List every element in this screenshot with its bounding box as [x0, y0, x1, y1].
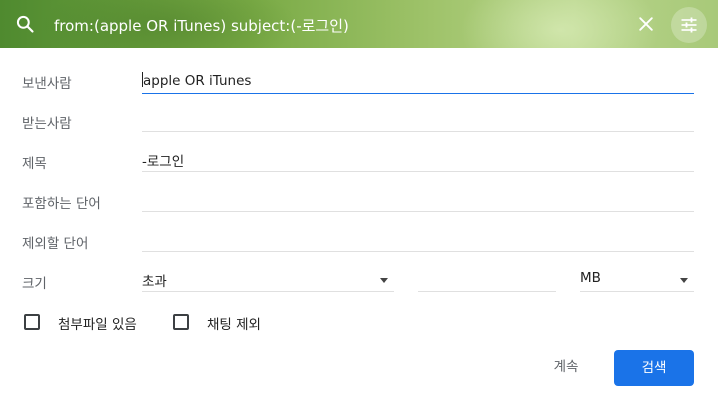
exclude-chats-label: 채팅 제외 [207, 317, 261, 333]
to-field[interactable] [142, 108, 694, 132]
search-button[interactable]: 검색 [614, 350, 694, 386]
from-field[interactable]: apple OR iTunes [142, 70, 694, 94]
doesnt-have-field[interactable] [142, 228, 694, 252]
subject-label: 제목 [22, 156, 47, 172]
exclude-chats-checkbox[interactable] [173, 314, 189, 330]
size-unit-value: MB [580, 270, 601, 286]
has-words-label: 포함하는 단어 [22, 196, 101, 212]
doesnt-have-label: 제외할 단어 [22, 236, 89, 252]
has-attachment-checkbox[interactable] [24, 314, 40, 330]
subject-field[interactable]: -로그인 [142, 148, 694, 172]
search-query-input[interactable]: from:(apple OR iTunes) subject:(-로그인) [54, 15, 349, 36]
size-amount-field[interactable] [418, 268, 556, 292]
search-options-button[interactable] [671, 7, 707, 43]
size-label: 크기 [22, 276, 47, 292]
size-comparator-select[interactable]: 초과 [142, 268, 394, 292]
size-unit-select[interactable]: MB [580, 268, 694, 292]
close-icon[interactable] [636, 14, 656, 34]
background-highlight [460, 0, 660, 48]
continue-button[interactable]: 계속 [538, 352, 594, 382]
dropdown-arrow-icon [380, 278, 388, 283]
tune-icon [681, 17, 697, 33]
search-bar: from:(apple OR iTunes) subject:(-로그인) [0, 0, 718, 48]
to-label: 받는사람 [22, 116, 72, 132]
has-words-field[interactable] [142, 188, 694, 212]
from-value: apple OR iTunes [143, 73, 252, 89]
search-icon[interactable] [15, 14, 35, 34]
has-attachment-label: 첨부파일 있음 [58, 317, 137, 333]
from-label: 보낸사람 [22, 76, 72, 92]
size-comparator-value: 초과 [142, 274, 167, 290]
dropdown-arrow-icon [680, 278, 688, 283]
